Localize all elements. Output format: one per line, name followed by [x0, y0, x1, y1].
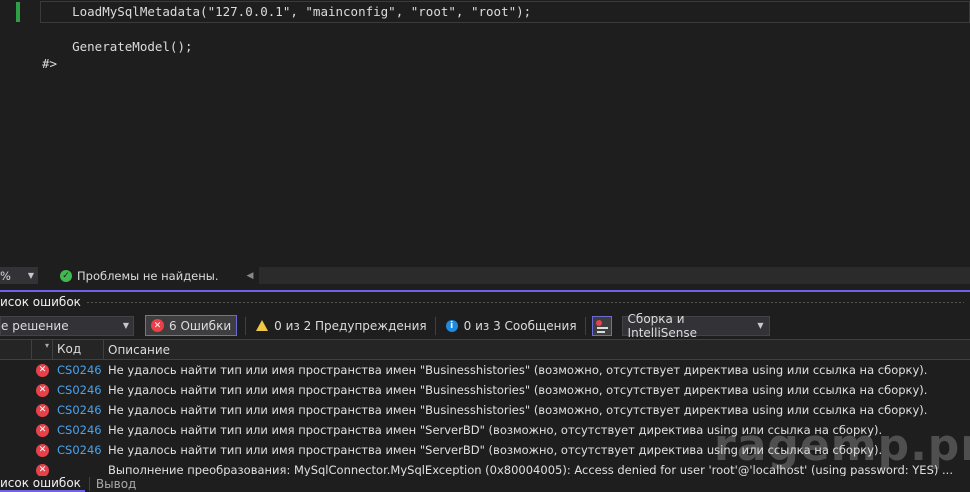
zoom-dropdown[interactable]: % ▼: [0, 267, 38, 284]
check-circle-icon: ✓: [60, 269, 72, 282]
table-row[interactable]: ✕ CS0246 Не удалось найти тип или имя пр…: [0, 360, 970, 380]
separator: [584, 316, 586, 335]
warnings-filter-button[interactable]: 0 из 2 Предупреждения: [256, 319, 427, 333]
change-marker: [16, 2, 20, 22]
separator: [434, 316, 436, 335]
bottom-tab-strip: исок ошибок Вывод: [0, 476, 970, 492]
column-header-description[interactable]: Описание: [104, 343, 170, 357]
messages-label: 0 из 3 Сообщения: [463, 318, 577, 333]
error-circle-icon: ✕: [151, 319, 164, 332]
error-code-link[interactable]: CS0246: [53, 363, 104, 377]
error-description: Не удалось найти тип или имя пространств…: [108, 403, 928, 417]
column-header-severity[interactable]: ▾: [32, 340, 53, 359]
scope-dropdown[interactable]: е решение ▼: [0, 315, 134, 336]
horizontal-scrollbar[interactable]: [259, 267, 970, 284]
error-circle-icon: ✕: [36, 443, 49, 457]
filter-list-icon[interactable]: [591, 315, 612, 336]
filter-icon[interactable]: ▾: [45, 341, 49, 350]
warnings-label: 0 из 2 Предупреждения: [274, 318, 427, 333]
title-grip: [86, 301, 964, 303]
chevron-down-icon: ▼: [757, 321, 764, 330]
table-row[interactable]: ✕ CS0246 Не удалось найти тип или имя пр…: [0, 400, 970, 420]
build-intellisense-dropdown[interactable]: Сборка и IntelliSense ▼: [621, 312, 770, 340]
watermark: ragemp.pro: [714, 420, 970, 471]
editor-status-bar: % ▼ ✓ Проблемы не найдены. ◀: [0, 265, 970, 286]
error-code-link[interactable]: CS0246: [53, 423, 104, 437]
tab-error-list[interactable]: исок ошибок: [0, 476, 85, 492]
error-description: Не удалось найти тип или имя пространств…: [108, 383, 928, 397]
no-issues-message: Проблемы не найдены.: [77, 268, 219, 283]
separator: [245, 316, 247, 335]
error-circle-icon: ✕: [36, 383, 49, 397]
code-line-1[interactable]: LoadMySqlMetadata("127.0.0.1", "mainconf…: [42, 4, 531, 19]
code-editor[interactable]: LoadMySqlMetadata("127.0.0.1", "mainconf…: [0, 0, 970, 265]
errors-filter-button[interactable]: ✕ 6 Ошибки: [145, 315, 238, 336]
tab-output[interactable]: Вывод: [88, 476, 142, 491]
column-header-code[interactable]: Код: [53, 340, 104, 359]
messages-filter-button[interactable]: i 0 из 3 Сообщения: [445, 318, 577, 333]
build-filter-value: Сборка и IntelliSense: [627, 311, 698, 340]
chevron-down-icon: ▼: [27, 271, 34, 280]
error-code-link[interactable]: CS0246: [53, 403, 104, 417]
column-header-blank[interactable]: [0, 340, 32, 359]
table-header: ▾ Код Описание: [0, 339, 970, 360]
errors-label: 6 Ошибки: [169, 318, 232, 333]
zoom-value: %: [0, 268, 11, 283]
error-circle-icon: ✕: [36, 423, 49, 437]
error-circle-icon: ✕: [36, 403, 49, 417]
info-circle-icon: i: [445, 319, 458, 332]
error-list-toolbar: е решение ▼ ✕ 6 Ошибки 0 из 2 Предупрежд…: [0, 312, 970, 340]
error-list-header: исок ошибок: [0, 292, 970, 312]
warning-triangle-icon: [256, 320, 269, 331]
error-code-link[interactable]: CS0246: [53, 383, 104, 397]
scope-value: е решение: [1, 318, 69, 333]
code-line-4[interactable]: #>: [42, 56, 57, 71]
chevron-down-icon: ▼: [122, 321, 129, 330]
table-row[interactable]: ✕ CS0246 Не удалось найти тип или имя пр…: [0, 380, 970, 400]
error-circle-icon: ✕: [36, 363, 49, 377]
scroll-left-icon[interactable]: ◀: [246, 271, 253, 281]
code-line-3[interactable]: GenerateModel();: [42, 39, 192, 54]
panel-title: исок ошибок: [0, 295, 81, 309]
error-description: Не удалось найти тип или имя пространств…: [108, 363, 928, 377]
error-code-link[interactable]: CS0246: [53, 443, 104, 457]
